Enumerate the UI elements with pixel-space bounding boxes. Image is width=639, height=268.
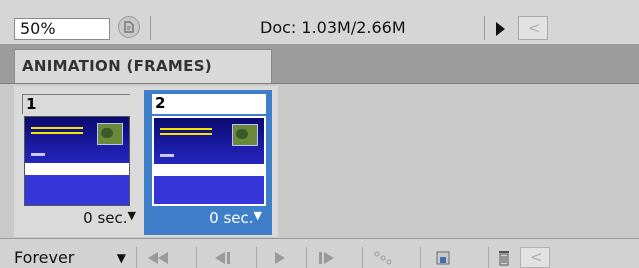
frame-thumbnail[interactable] [152,116,266,206]
previous-frame-icon [215,252,230,264]
divider [484,16,485,40]
frame-number: 1 [22,94,130,114]
next-frame-button[interactable] [306,247,356,268]
play-icon [275,252,285,264]
trash-icon [499,251,509,266]
tab-animation-frames[interactable]: ANIMATION (FRAMES) [14,49,272,83]
panel-tab-row: ANIMATION (FRAMES) [0,45,639,84]
divider [150,16,151,40]
status-info-icon[interactable] [118,16,140,38]
next-frame-icon [319,252,334,264]
duplicate-frame-button[interactable] [420,247,468,268]
loop-options-select[interactable]: Forever ▼ [14,248,126,268]
chevron-left-icon: < [528,19,541,37]
animation-toolbar: Forever ▼ < [0,238,639,268]
first-frame-button[interactable] [136,247,188,268]
frame-number: 2 [152,94,266,114]
delete-frame-button[interactable] [488,247,520,268]
chevron-left-icon: < [530,248,543,266]
play-button[interactable] [256,247,300,268]
scroll-left-button[interactable]: < [518,16,548,40]
dropdown-arrow-icon: ▼ [253,209,262,222]
previous-frame-button[interactable] [196,247,246,268]
animation-frame-selected[interactable]: 2 0 sec.▼ [144,90,272,235]
zoom-input[interactable]: 50% [14,18,110,40]
frame-thumbnail[interactable] [24,116,130,206]
first-frame-icon [148,252,168,264]
tween-button[interactable] [362,247,414,268]
doc-size-info: Doc: 1.03M/2.66M [260,18,406,37]
status-bar: 50% Doc: 1.03M/2.66M < [0,0,639,45]
dropdown-arrow-icon: ▼ [127,209,136,222]
chevron-down-icon: ▼ [116,251,126,265]
duplicate-frame-icon [436,251,450,265]
animation-frame[interactable]: 1 0 sec.▼ [18,90,138,235]
frame-delay[interactable]: 0 sec.▼ [209,208,262,228]
panel-scroll-left-button[interactable]: < [520,247,550,268]
tween-icon [374,251,392,265]
frame-delay[interactable]: 0 sec.▼ [83,208,136,228]
status-menu-arrow-icon[interactable] [496,22,505,36]
